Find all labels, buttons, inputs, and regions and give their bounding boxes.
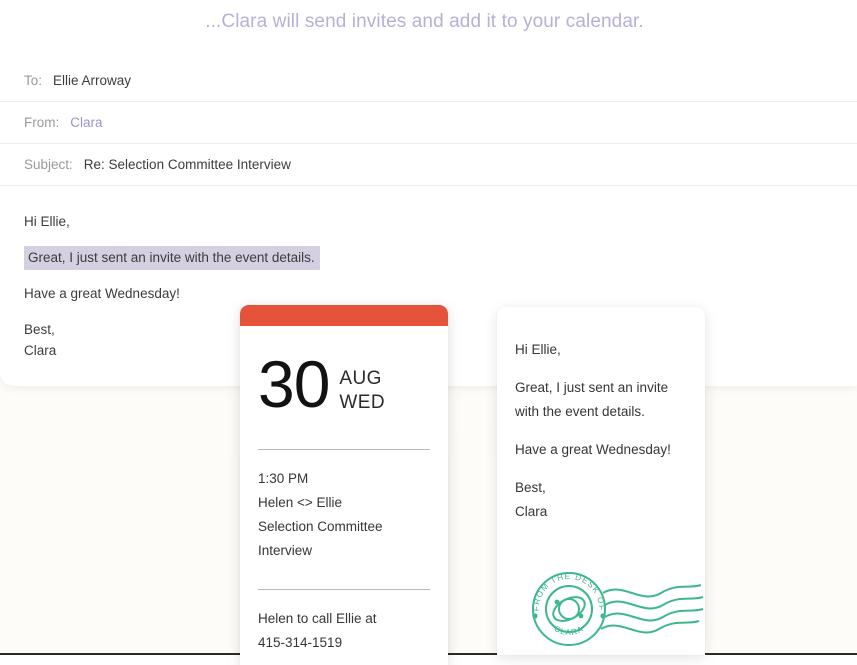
calendar-attendees: Helen <> Ellie — [258, 491, 430, 515]
email-highlight-line: Great, I just sent an invite with the ev… — [24, 248, 833, 267]
calendar-details-block: 1:30 PM Helen <> Ellie Selection Committ… — [258, 450, 430, 563]
calendar-title-line-1: Selection Committee — [258, 515, 430, 539]
note-signature: Clara — [515, 500, 687, 524]
headline-caption: ...Clara will send invites and add it to… — [0, 0, 857, 33]
stamp-top-arc-text: FROM THE DESK OF — [532, 572, 606, 611]
calendar-note-block: Helen to call Ellie at 415-314-1519 — [258, 590, 430, 655]
calendar-month: AUG — [339, 367, 385, 391]
calendar-weekday: WED — [339, 391, 385, 415]
note-greeting: Hi Ellie, — [515, 338, 687, 362]
calendar-month-weekday: AUG WED — [329, 353, 385, 415]
note-closing-wish: Have a great Wednesday! — [515, 438, 687, 462]
calendar-event-card[interactable]: 30 AUG WED 1:30 PM Helen <> Ellie Select… — [240, 305, 448, 665]
field-row-from[interactable]: From: Clara — [0, 102, 857, 144]
calendar-note-line-1: Helen to call Ellie at — [258, 607, 430, 631]
calendar-date-row: 30 AUG WED — [258, 326, 430, 415]
field-row-to[interactable]: To: Ellie Arroway — [0, 60, 857, 102]
field-row-subject[interactable]: Subject: Re: Selection Committee Intervi… — [0, 144, 857, 186]
calendar-accent-bar — [240, 305, 448, 326]
calendar-note-phone[interactable]: 415-314-1519 — [258, 631, 430, 655]
calendar-card-body: 30 AUG WED 1:30 PM Helen <> Ellie Select… — [240, 326, 448, 655]
highlighted-text[interactable]: Great, I just sent an invite with the ev… — [24, 246, 320, 270]
note-signoff: Best, — [515, 476, 687, 500]
email-closing-wish: Have a great Wednesday! — [24, 284, 833, 303]
calendar-day-number: 30 — [258, 353, 329, 415]
note-body-line-2: with the event details. — [515, 400, 687, 424]
field-value-subject: Re: Selection Committee Interview — [84, 157, 291, 172]
calendar-time: 1:30 PM — [258, 467, 430, 491]
field-label-subject: Subject: — [24, 157, 73, 172]
field-label-to: To: — [24, 73, 42, 88]
field-value-from[interactable]: Clara — [70, 115, 102, 130]
note-body-line-1: Great, I just sent an invite — [515, 376, 687, 400]
email-greeting: Hi Ellie, — [24, 212, 833, 231]
field-value-to: Ellie Arroway — [53, 73, 131, 88]
note-card-body: Hi Ellie, Great, I just sent an invite w… — [497, 307, 705, 524]
calendar-title-line-2: Interview — [258, 539, 430, 563]
postal-stamp-icon: FROM THE DESK OF CLARA — [519, 559, 705, 655]
stamp-bottom-arc-text: CLARA — [553, 624, 586, 637]
note-card[interactable]: Hi Ellie, Great, I just sent an invite w… — [497, 307, 705, 655]
field-label-from: From: — [24, 115, 59, 130]
